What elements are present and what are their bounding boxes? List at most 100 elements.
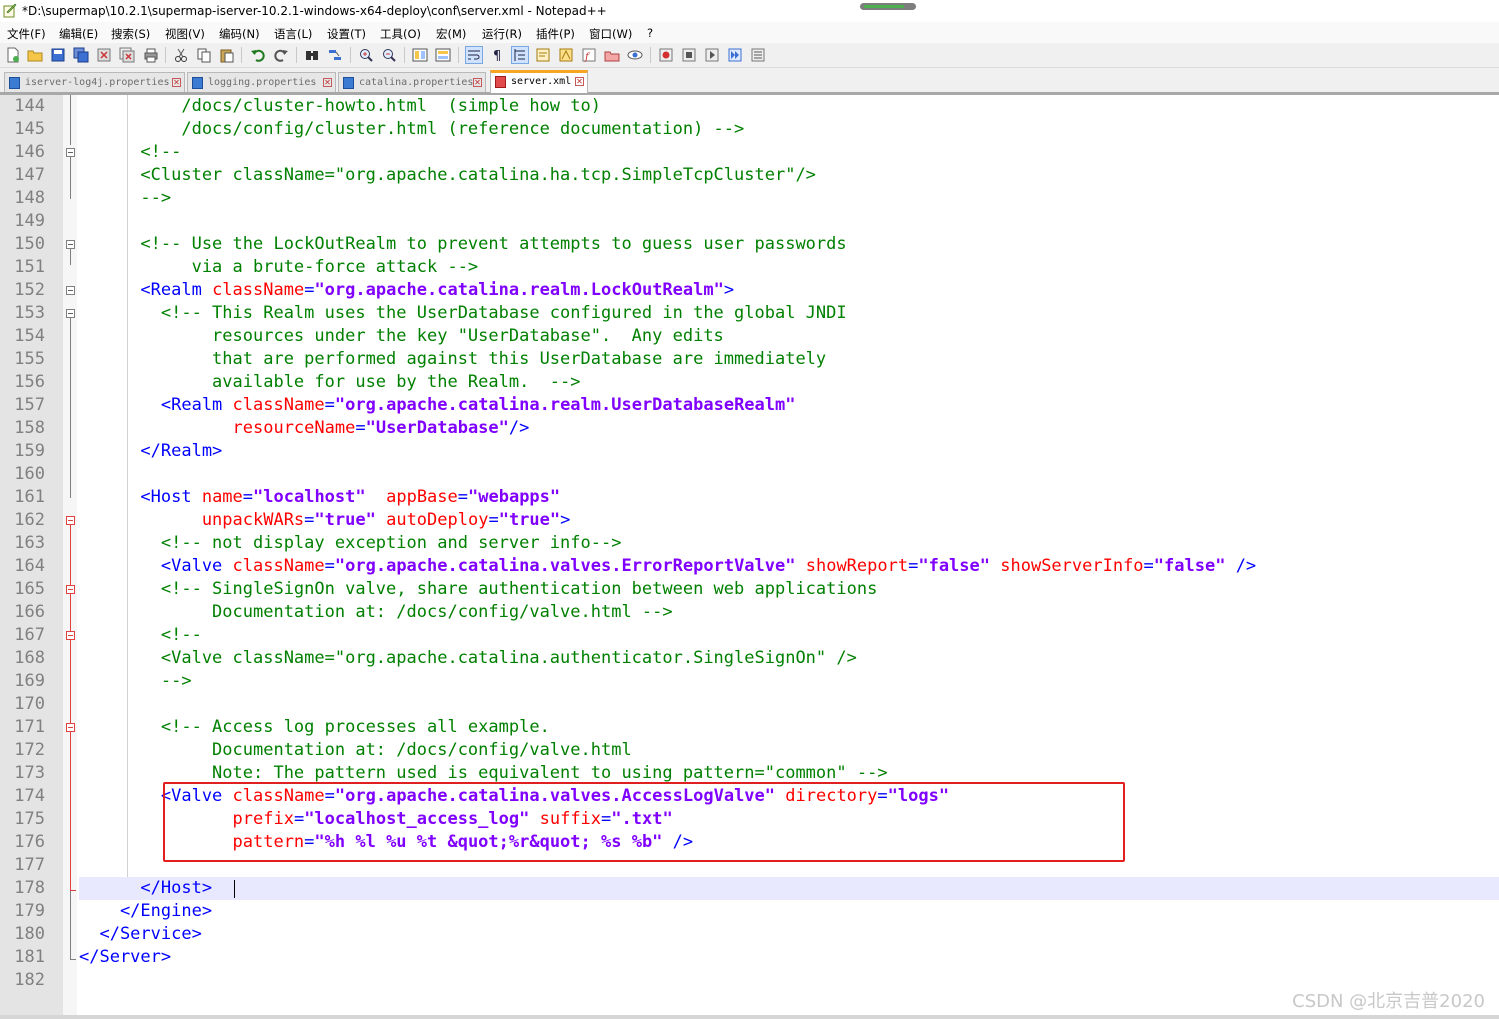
code-line[interactable]: 170 xyxy=(0,693,1499,716)
code-line[interactable]: 146 <!-- xyxy=(0,141,1499,164)
code-line[interactable]: 168 <Valve className="org.apache.catalin… xyxy=(0,647,1499,670)
code-line[interactable]: 144 /docs/cluster-howto.html (simple how… xyxy=(0,95,1499,118)
tab-logging-properties[interactable]: logging.properties ✕ xyxy=(187,72,336,92)
tab-close-icon[interactable]: ✕ xyxy=(473,78,482,87)
udl-icon[interactable] xyxy=(535,47,551,63)
code-line[interactable]: 159 </Realm> xyxy=(0,440,1499,463)
token: showReport xyxy=(805,556,909,576)
code-line[interactable]: 153 <!-- This Realm uses the UserDatabas… xyxy=(0,302,1499,325)
code-line[interactable]: 165 <!-- SingleSignOn valve, share authe… xyxy=(0,578,1499,601)
menu-run[interactable]: 运行(R) xyxy=(482,26,522,42)
function-list-icon[interactable]: f xyxy=(581,47,597,63)
code-line[interactable]: 166 Documentation at: /docs/config/valve… xyxy=(0,601,1499,624)
code-line[interactable]: 145 /docs/config/cluster.html (reference… xyxy=(0,118,1499,141)
print-icon[interactable] xyxy=(143,47,159,63)
replace-icon[interactable] xyxy=(327,47,343,63)
line-text: </Service> xyxy=(79,923,201,946)
menu-tools[interactable]: 工具(O) xyxy=(380,26,421,42)
paste-icon[interactable] xyxy=(219,47,235,63)
sync-vertical-icon[interactable] xyxy=(412,47,428,63)
sync-horizontal-icon[interactable] xyxy=(435,47,451,63)
code-line[interactable]: 164 <Valve className="org.apache.catalin… xyxy=(0,555,1499,578)
code-line[interactable]: 172 Documentation at: /docs/config/valve… xyxy=(0,739,1499,762)
menu-edit[interactable]: 编辑(E) xyxy=(59,26,98,42)
save-macro-icon[interactable] xyxy=(750,47,766,63)
show-all-chars-icon[interactable]: ¶ xyxy=(489,47,505,63)
copy-icon[interactable] xyxy=(196,47,212,63)
zoom-out-icon[interactable] xyxy=(381,47,397,63)
cut-icon[interactable] xyxy=(173,47,189,63)
code-line[interactable]: 179 </Engine> xyxy=(0,900,1499,923)
code-line[interactable]: 157 <Realm className="org.apache.catalin… xyxy=(0,394,1499,417)
tab-catalina-properties[interactable]: catalina.properties ✕ xyxy=(338,72,486,92)
code-line[interactable]: 150 <!-- Use the LockOutRealm to prevent… xyxy=(0,233,1499,256)
menu-settings[interactable]: 设置(T) xyxy=(327,26,366,42)
line-text: unpackWARs="true" autoDeploy="true"> xyxy=(79,509,571,532)
word-wrap-icon[interactable] xyxy=(465,46,483,64)
tab-close-icon[interactable]: ✕ xyxy=(575,77,584,86)
menu-file[interactable]: 文件(F) xyxy=(7,26,46,42)
code-line[interactable]: 151 via a brute-force attack --> xyxy=(0,256,1499,279)
tab-server-xml[interactable]: server.xml ✕ xyxy=(490,70,588,93)
close-all-icon[interactable] xyxy=(119,47,135,63)
doc-map-icon[interactable] xyxy=(558,47,574,63)
monitor-icon[interactable] xyxy=(627,47,643,63)
redo-icon[interactable] xyxy=(273,47,289,63)
editor[interactable]: 144 /docs/cluster-howto.html (simple how… xyxy=(0,95,1499,1017)
toolbar-separator xyxy=(350,47,351,63)
play-macro-icon[interactable] xyxy=(704,47,720,63)
code-line[interactable]: 147 <Cluster className="org.apache.catal… xyxy=(0,164,1499,187)
token: unpackWARs xyxy=(79,510,305,530)
new-file-icon[interactable] xyxy=(5,47,21,63)
open-file-icon[interactable] xyxy=(27,47,43,63)
code-line[interactable]: 162 unpackWARs="true" autoDeploy="true"> xyxy=(0,509,1499,532)
code-line[interactable]: 180 </Service> xyxy=(0,923,1499,946)
line-text: resources under the key "UserDatabase". … xyxy=(79,325,724,348)
tab-close-icon[interactable]: ✕ xyxy=(172,78,181,87)
code-line[interactable]: 155 that are performed against this User… xyxy=(0,348,1499,371)
code-line[interactable]: 167 <!-- xyxy=(0,624,1499,647)
menu-encoding[interactable]: 编码(N) xyxy=(219,26,260,42)
save-all-icon[interactable] xyxy=(73,47,89,63)
close-icon[interactable] xyxy=(96,47,112,63)
code-line[interactable]: 182 xyxy=(0,969,1499,992)
tab-close-icon[interactable]: ✕ xyxy=(323,78,332,87)
title-bar: *D:\supermap\10.2.1\supermap-iserver-10.… xyxy=(0,0,1499,22)
menu-window[interactable]: 窗口(W) xyxy=(589,26,632,42)
code-line[interactable]: 171 <!-- Access log processes all exampl… xyxy=(0,716,1499,739)
code-line[interactable]: 156 available for use by the Realm. --> xyxy=(0,371,1499,394)
code-line[interactable]: 181 </Server> xyxy=(0,946,1499,969)
record-macro-icon[interactable] xyxy=(658,47,674,63)
code-line[interactable]: 169 --> xyxy=(0,670,1499,693)
code-line[interactable]: 178 </Host> xyxy=(0,877,1499,900)
line-number: 165 xyxy=(14,579,45,599)
save-icon[interactable] xyxy=(50,47,66,63)
find-icon[interactable] xyxy=(304,47,320,63)
zoom-in-icon[interactable] xyxy=(358,47,374,63)
code-line[interactable]: 161 <Host name="localhost" appBase="weba… xyxy=(0,486,1499,509)
menu-search[interactable]: 搜索(S) xyxy=(111,26,150,42)
menu-language[interactable]: 语言(L) xyxy=(274,26,312,42)
token: "org.apache.catalina.realm.LockOutRealm" xyxy=(314,280,724,300)
code-line[interactable]: 163 <!-- not display exception and serve… xyxy=(0,532,1499,555)
code-line[interactable]: 160 xyxy=(0,463,1499,486)
menu-view[interactable]: 视图(V) xyxy=(165,26,205,42)
code-line[interactable]: 152 <Realm className="org.apache.catalin… xyxy=(0,279,1499,302)
undo-icon[interactable] xyxy=(250,47,266,63)
menu-plugins[interactable]: 插件(P) xyxy=(536,26,575,42)
menu-help[interactable]: ? xyxy=(647,26,653,40)
line-text: <Valve className="org.apache.catalina.au… xyxy=(79,647,857,670)
line-number: 149 xyxy=(14,211,45,231)
line-text: </Server> xyxy=(79,946,171,969)
code-line[interactable]: 149 xyxy=(0,210,1499,233)
code-line[interactable]: 154 resources under the key "UserDatabas… xyxy=(0,325,1499,348)
code-line[interactable]: 148 --> xyxy=(0,187,1499,210)
menu-macro[interactable]: 宏(M) xyxy=(436,26,466,42)
horizontal-scrollbar[interactable] xyxy=(0,1015,1499,1019)
tab-iserver-log4j-properties[interactable]: iserver-log4j.properties ✕ xyxy=(4,72,185,92)
stop-record-icon[interactable] xyxy=(681,47,697,63)
folder-workspace-icon[interactable] xyxy=(604,47,620,63)
code-line[interactable]: 158 resourceName="UserDatabase"/> xyxy=(0,417,1499,440)
run-macro-multiple-icon[interactable] xyxy=(727,47,743,63)
indent-guide-icon[interactable] xyxy=(511,46,529,64)
